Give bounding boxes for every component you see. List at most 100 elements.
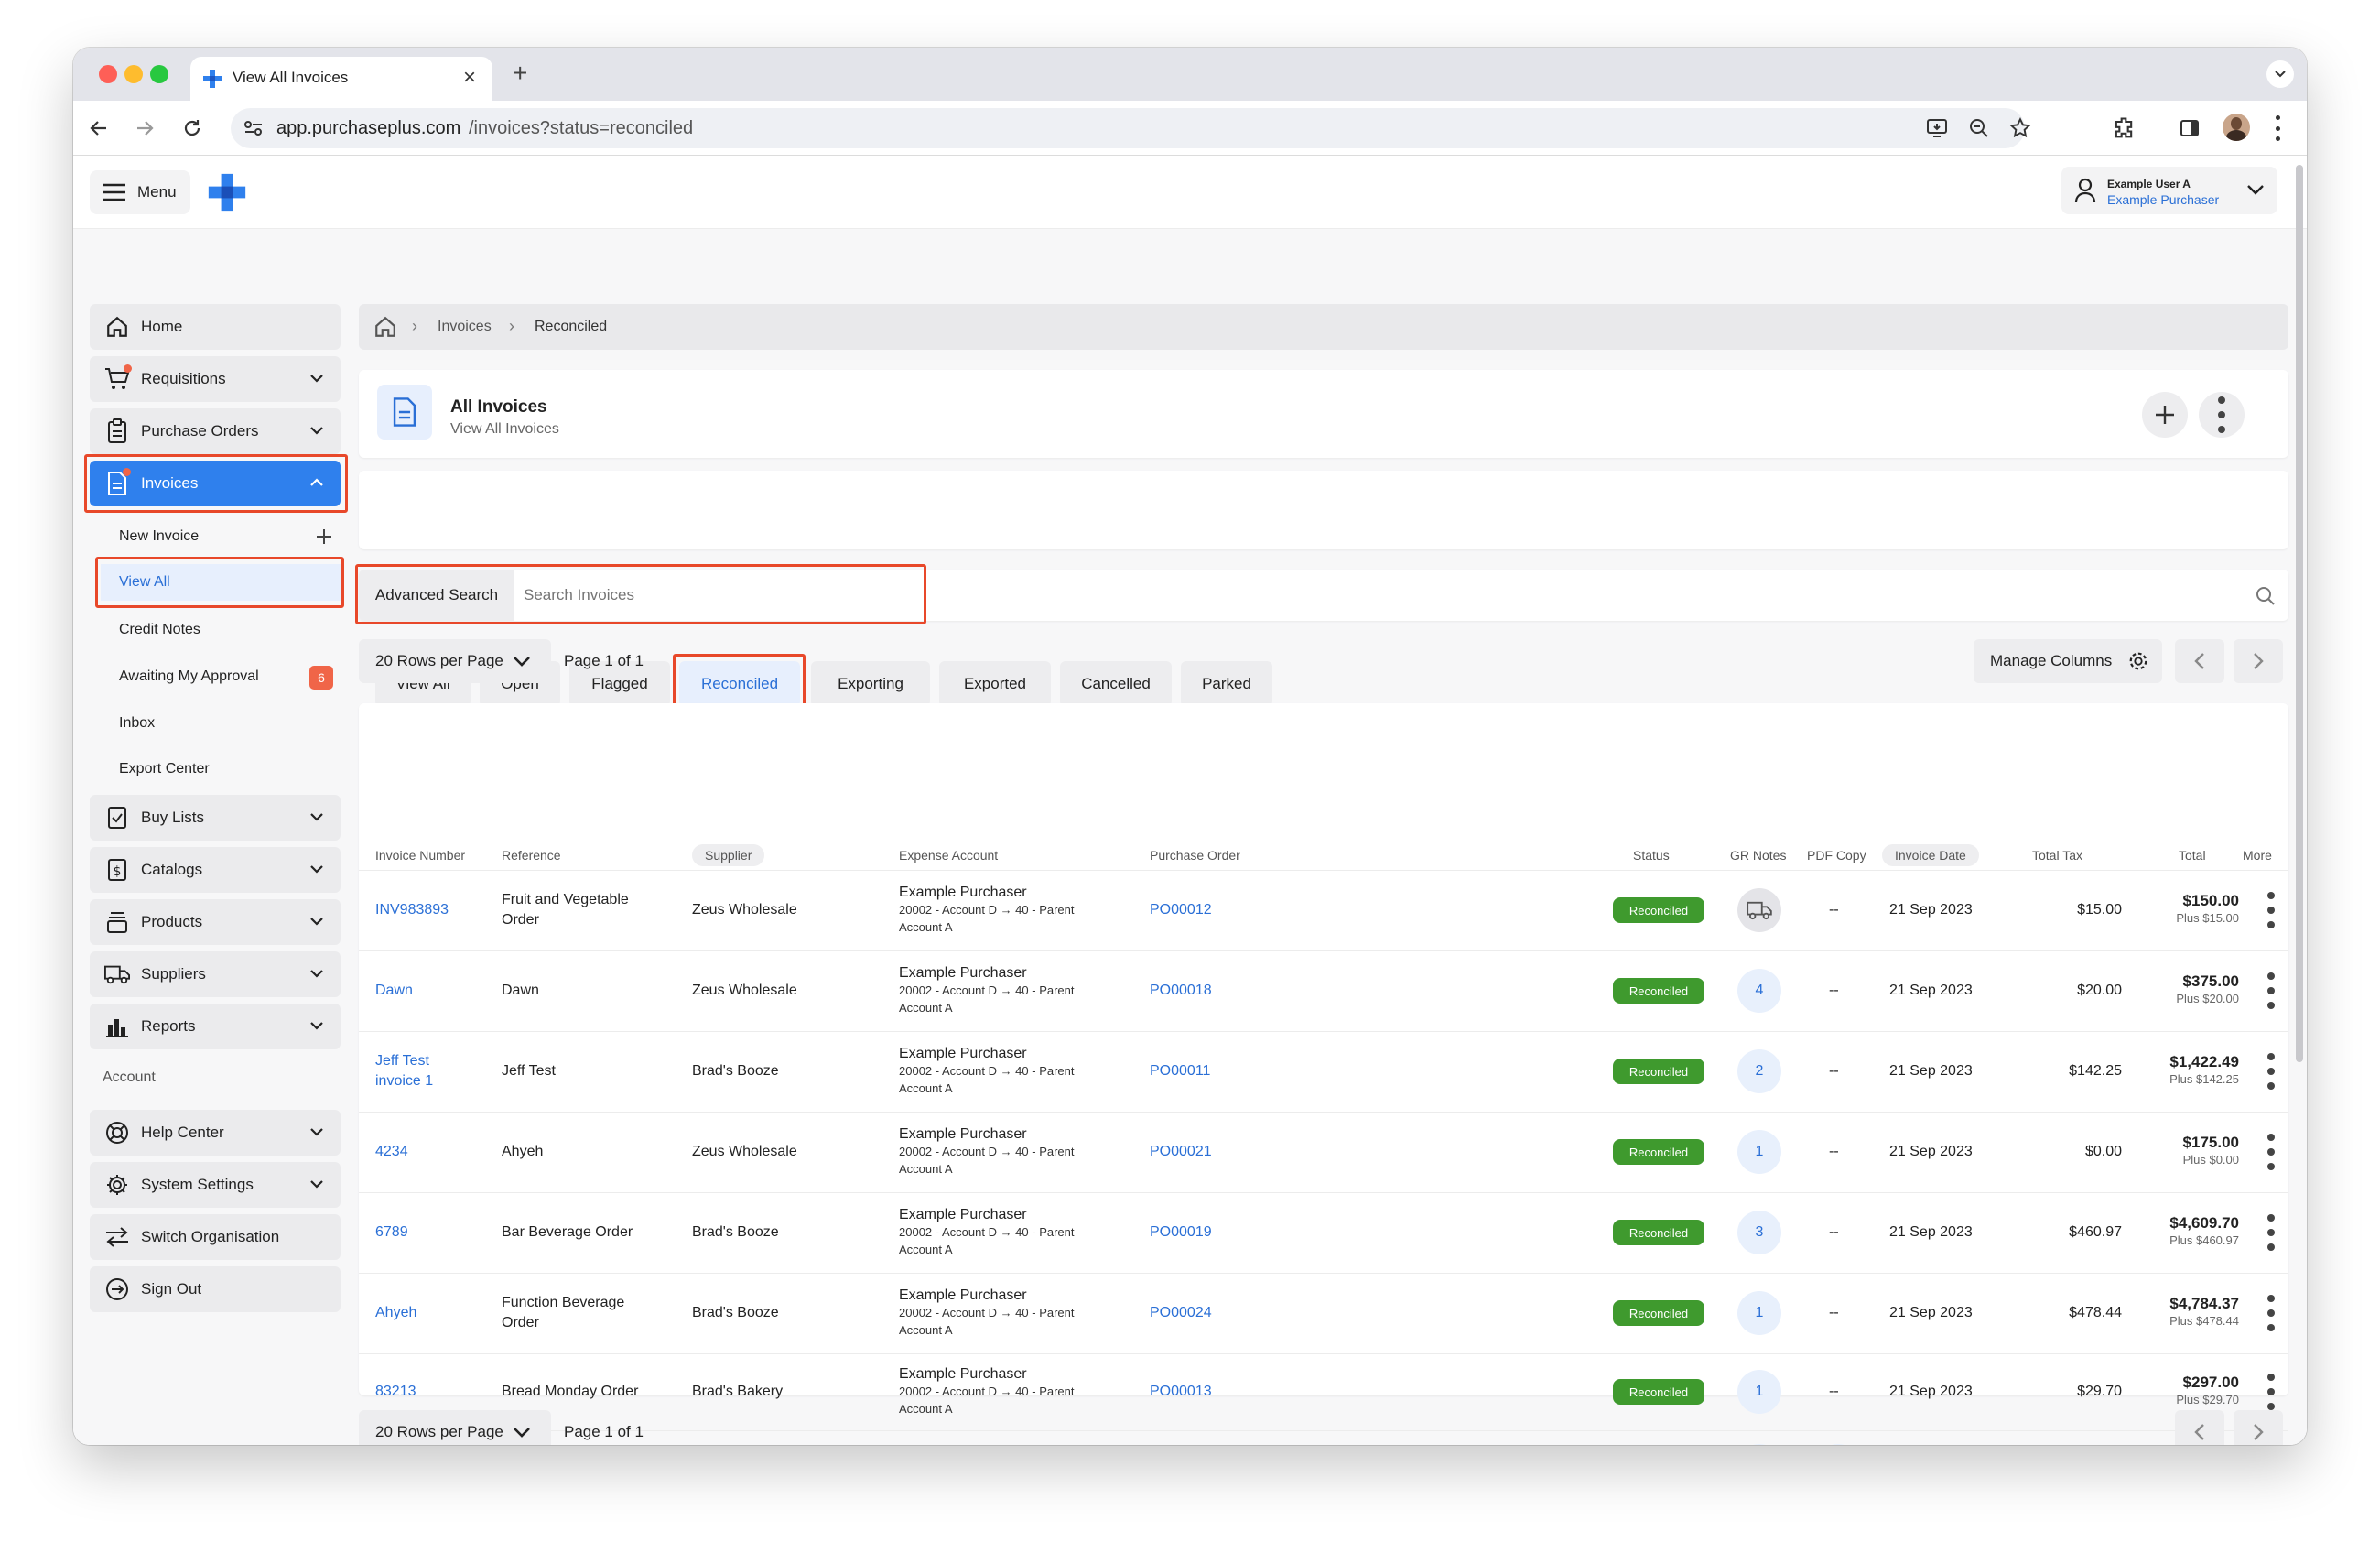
sidebar-subitem-view-all[interactable]: View All [101, 564, 341, 601]
site-settings-icon[interactable] [243, 119, 264, 137]
row-more-icon[interactable] [2266, 1053, 2276, 1090]
sidebar-item-reports[interactable]: Reports [90, 1004, 341, 1049]
manage-columns-button[interactable]: Manage Columns [1974, 639, 2162, 683]
close-window-button[interactable] [99, 65, 117, 83]
sidebar-subitem-awaiting-approval[interactable]: Awaiting My Approval 6 [101, 658, 341, 695]
invoice-number-link[interactable]: INV983893 [375, 900, 467, 920]
tab-exported[interactable]: Exported [939, 661, 1051, 707]
gr-notes-count[interactable]: 1 [1737, 1370, 1781, 1414]
sidebar-item-home[interactable]: Home [90, 304, 341, 350]
sidebar-item-catalogs[interactable]: $ Catalogs [90, 847, 341, 893]
browser-menu-icon[interactable] [2276, 115, 2281, 141]
home-icon[interactable] [373, 315, 397, 339]
next-page-button-bottom[interactable] [2234, 1410, 2283, 1445]
purchaseplus-logo-icon[interactable] [207, 172, 247, 212]
rows-per-page-select[interactable]: 20 Rows per Page [359, 639, 551, 683]
rows-per-page-select-bottom[interactable]: 20 Rows per Page [359, 1410, 551, 1445]
gr-notes-count[interactable]: 1 [1737, 1130, 1781, 1174]
sidebar-item-purchase-orders[interactable]: Purchase Orders [90, 408, 341, 454]
purchase-order-link[interactable]: PO00012 [1150, 900, 1212, 920]
forward-icon[interactable] [134, 117, 156, 139]
breadcrumb-reconciled[interactable]: Reconciled [535, 319, 607, 335]
col-purchase-order[interactable]: Purchase Order [1150, 848, 1240, 863]
search-icon[interactable] [2256, 586, 2276, 606]
col-pdf-copy[interactable]: PDF Copy [1807, 848, 1866, 863]
row-more-icon[interactable] [2266, 1214, 2276, 1251]
menu-button[interactable]: Menu [90, 170, 190, 214]
url-field[interactable]: app.purchaseplus.com /invoices?status=re… [231, 108, 2031, 148]
invoice-number-link[interactable]: 83213 [375, 1382, 467, 1402]
sidebar-item-system-settings[interactable]: System Settings [90, 1162, 341, 1208]
prev-page-button-bottom[interactable] [2175, 1410, 2224, 1445]
sidebar-item-requisitions[interactable]: Requisitions [90, 356, 341, 402]
purchase-order-link[interactable]: PO00013 [1150, 1382, 1212, 1402]
tab-exporting[interactable]: Exporting [811, 661, 930, 707]
invoice-number-link[interactable]: 6789 [375, 1222, 467, 1243]
row-more-icon[interactable] [2266, 1374, 2276, 1410]
sidebar-subitem-new-invoice[interactable]: New Invoice [101, 518, 341, 555]
col-total[interactable]: Total [2179, 848, 2206, 863]
tab-reconciled[interactable]: Reconciled [679, 661, 800, 707]
row-more-icon[interactable] [2266, 1295, 2276, 1331]
sidebar-item-switch-organisation[interactable]: Switch Organisation [90, 1214, 341, 1260]
breadcrumb-invoices[interactable]: Invoices [438, 319, 492, 335]
advanced-search-button[interactable]: Advanced Search [359, 570, 514, 621]
purchase-order-link[interactable]: PO00019 [1150, 1222, 1212, 1243]
gr-notes-count[interactable]: 3 [1737, 1211, 1781, 1254]
invoice-number-link[interactable]: 4234 [375, 1142, 467, 1162]
sidebar-item-products[interactable]: Products [90, 899, 341, 945]
side-panel-icon[interactable] [2179, 117, 2201, 139]
back-icon[interactable] [88, 117, 110, 139]
invoice-number-link[interactable]: Ahyeh [375, 1303, 467, 1323]
sidebar-subitem-credit-notes[interactable]: Credit Notes [101, 612, 341, 648]
browser-tab[interactable]: View All Invoices × [190, 57, 492, 101]
new-tab-icon[interactable]: + [513, 59, 527, 88]
purchase-order-link[interactable]: PO00024 [1150, 1303, 1212, 1323]
zoom-icon[interactable] [1968, 117, 1990, 139]
gr-notes-count[interactable]: 4 [1737, 969, 1781, 1013]
col-supplier[interactable]: Supplier [692, 844, 765, 866]
purchase-order-link[interactable]: PO00011 [1150, 1061, 1210, 1081]
profile-avatar[interactable] [2223, 114, 2250, 141]
invoice-number-link[interactable]: Jeff Test invoice 1 [375, 1051, 467, 1091]
zoom-window-button[interactable] [150, 65, 168, 83]
install-app-icon[interactable] [1926, 117, 1950, 139]
purchase-order-link[interactable]: PO00021 [1150, 1142, 1212, 1162]
close-tab-icon[interactable]: × [463, 65, 476, 91]
more-options-button[interactable] [2199, 392, 2245, 438]
sidebar-item-invoices[interactable]: Invoices [90, 461, 341, 506]
col-status[interactable]: Status [1633, 848, 1670, 863]
tab-search-icon[interactable] [2266, 60, 2294, 88]
user-menu[interactable]: Example User A Example Purchaser [2061, 167, 2277, 214]
col-invoice-date[interactable]: Invoice Date [1882, 844, 1979, 866]
minimize-window-button[interactable] [124, 65, 143, 83]
extensions-icon[interactable] [2111, 115, 2137, 141]
gr-notes-count[interactable]: 2 [1737, 1049, 1781, 1093]
row-more-icon[interactable] [2266, 972, 2276, 1009]
col-invoice-number[interactable]: Invoice Number [375, 848, 465, 863]
table-row[interactable] [359, 1430, 2288, 1445]
gr-notes-count[interactable]: 1 [1737, 1291, 1781, 1335]
search-input[interactable] [520, 577, 914, 614]
sidebar-item-buy-lists[interactable]: Buy Lists [90, 795, 341, 841]
sidebar-subitem-inbox[interactable]: Inbox [101, 705, 341, 742]
plus-icon[interactable] [315, 527, 333, 546]
prev-page-button[interactable] [2175, 639, 2224, 683]
sidebar-subitem-export-center[interactable]: Export Center [101, 751, 341, 787]
col-reference[interactable]: Reference [502, 848, 561, 863]
page-scrollbar[interactable] [2296, 165, 2303, 1062]
row-more-icon[interactable] [2266, 892, 2276, 928]
row-more-icon[interactable] [2266, 1134, 2276, 1170]
sidebar-item-suppliers[interactable]: Suppliers [90, 951, 341, 997]
add-invoice-button[interactable] [2142, 392, 2188, 438]
next-page-button[interactable] [2234, 639, 2283, 683]
col-total-tax[interactable]: Total Tax [2032, 848, 2082, 863]
sidebar-item-sign-out[interactable]: Sign Out [90, 1266, 341, 1312]
tab-cancelled[interactable]: Cancelled [1060, 661, 1172, 707]
tab-parked[interactable]: Parked [1181, 661, 1272, 707]
col-expense-account[interactable]: Expense Account [899, 848, 998, 863]
purchase-order-link[interactable]: PO00018 [1150, 981, 1212, 1001]
invoice-number-link[interactable]: Dawn [375, 981, 467, 1001]
sidebar-item-help-center[interactable]: Help Center [90, 1110, 341, 1156]
reload-icon[interactable] [181, 117, 203, 139]
